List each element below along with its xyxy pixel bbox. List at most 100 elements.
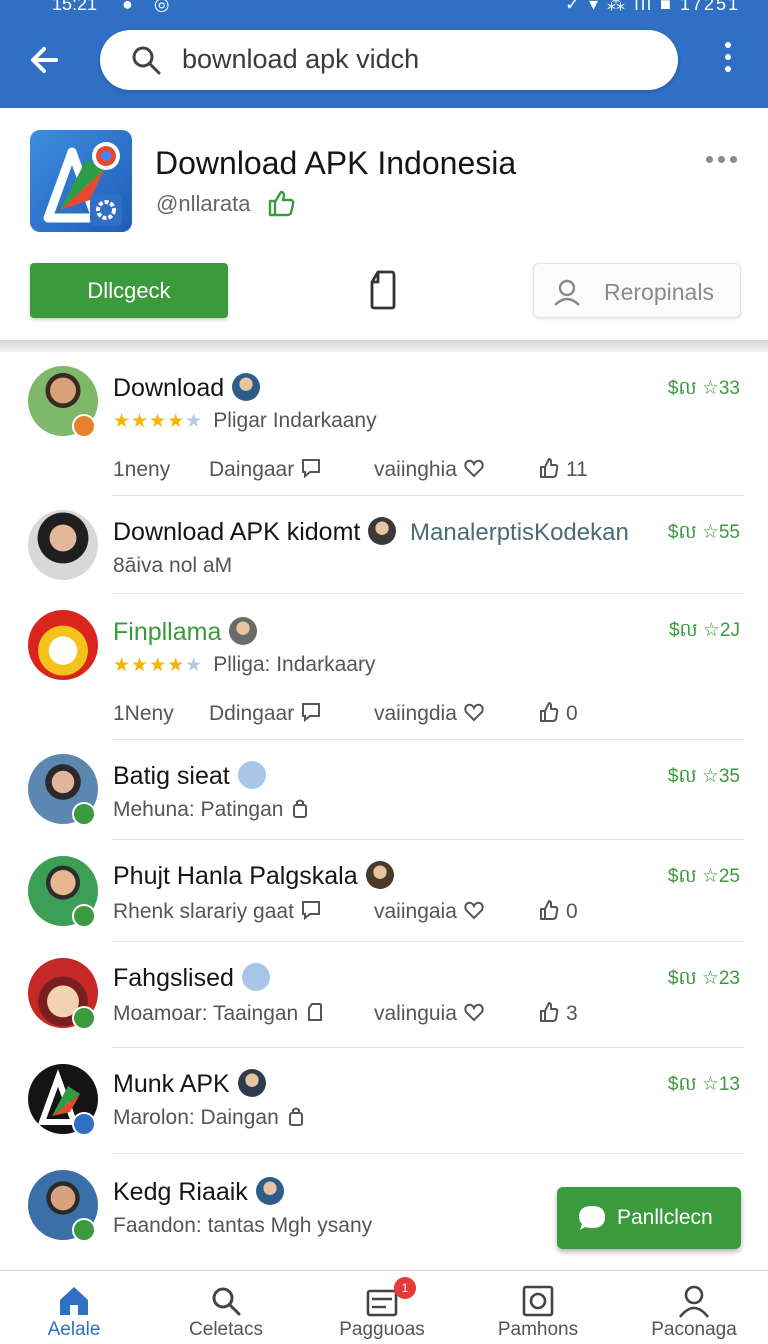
result-name-text: Munk APK [113,1070,230,1098]
avatar [28,510,98,580]
result-row[interactable]: Fahgslised Moamoar: Taaingan valinguia 3… [0,942,768,1048]
result-subtitle-text: Mehuna: Patingan [113,798,284,821]
result-subtitle-text: Plliga: Indarkaary [213,653,376,676]
bottom-navigation: Aelale Celetacs 1 Pagguoas Pamhons Pacon… [0,1270,768,1344]
result-subtitle: Faandon: tantas Mgh ysany [113,1214,373,1237]
action-like[interactable]: valinguia [374,1002,485,1026]
action-thumb[interactable]: 11 [538,458,588,482]
result-subtitle: ★★★★★ Pligar Indarkaany [113,409,377,433]
action-reply[interactable]: 1neny [113,458,170,482]
bookmark-icon [308,1003,323,1022]
badge-icon [72,414,96,438]
result-subtitle: ★★★★★ Plliga: Indarkaary [113,653,375,677]
chat-bubble-icon [579,1206,605,1230]
result-subtitle-text: Pligar Indarkaany [213,409,377,432]
home-icon [60,1287,88,1315]
result-name: Munk APK [113,1069,266,1099]
badge-icon [72,904,96,928]
thumbs-up-icon [540,458,559,479]
nav-profile[interactable]: Paconaga [624,1271,764,1344]
heart-icon [464,460,484,478]
badge-icon [72,1218,96,1242]
action-thumb-count: 11 [566,458,588,481]
nav-inbox[interactable]: 1 Pagguoas [312,1271,452,1344]
back-arrow-icon[interactable] [24,38,68,82]
action-thumb-count: 0 [566,702,578,725]
action-thumb[interactable]: 3 [538,1002,578,1026]
bookmark-icon[interactable] [364,268,402,312]
accessibility-icon [241,963,270,992]
result-subtitle-text: Rhenk slarariy gaat [113,900,294,923]
result-price: $ល ☆33 [667,378,740,399]
verified-avatar-icon [232,373,261,402]
search-query[interactable]: bownload apk vidch [182,44,419,75]
lock-icon [293,799,308,819]
thumbs-up-icon[interactable] [266,188,296,218]
app-handle: @nllarata [156,191,251,216]
overflow-menu-icon[interactable] [714,42,742,82]
result-price: $ល ☆25 [667,866,740,887]
accessibility-icon [237,761,266,790]
rating-stars: ★★★★★ [113,655,204,676]
verified-avatar-icon [365,861,394,890]
secondary-action-button[interactable]: Reropinals [533,263,741,318]
app-logo [30,130,132,232]
nav-label: Paconaga [651,1319,737,1340]
search-bar[interactable]: bownload apk vidch [100,30,678,90]
badge-icon [72,1006,96,1030]
nav-photos[interactable]: Pamhons [468,1271,608,1344]
result-row[interactable]: Download APK kidomt ManalerptisKodekan 8… [0,496,768,594]
result-row[interactable]: Finpllama ★★★★★ Plliga: Indarkaary $ល ☆2J… [0,594,768,740]
action-like-label: valinguia [374,1002,457,1025]
result-row[interactable]: Batig sieat Mehuna: Patingan $ល ☆35 [0,740,768,840]
result-name: Download [113,373,261,403]
action-thumb-count: 0 [566,900,578,923]
result-name: Finpllama [113,617,258,647]
action-reply[interactable]: 1Neny [113,702,174,726]
apk-logo-icon [43,142,122,226]
result-row[interactable]: Munk APK Marolon: Daingan $ល ☆13 [0,1048,768,1154]
result-actions: 1neny Daingaar vaiinghia 11 [113,458,603,488]
action-thumb[interactable]: 0 [538,702,578,726]
result-subtitle: Moamoar: Taaingan [113,1002,326,1026]
chat-fab-button[interactable]: Panllclecn [557,1187,741,1249]
more-options-icon[interactable] [706,150,746,166]
nav-home[interactable]: Aelale [4,1271,144,1344]
action-like-label: vaiingaia [374,900,457,923]
primary-action-button[interactable]: Dllcgeck [30,263,228,318]
section-divider [0,340,768,352]
fab-label: Panllclecn [617,1206,713,1229]
verified-avatar-icon [255,1177,284,1206]
result-row[interactable]: Phujt Hanla Palgskala Rhenk slarariy gaa… [0,840,768,942]
status-right: ✓ ▾ ⁂ ıll ■ 17251 [565,0,740,15]
action-like[interactable]: vaiingaia [374,900,485,924]
result-subtitle-text: Moamoar: Taaingan [113,1002,299,1025]
result-name: Fahgslised [113,963,270,993]
result-name-text: Phujt Hanla Palgskala [113,862,358,890]
action-like[interactable]: vaiingdia [374,702,485,726]
status-right-text: 17251 [679,0,740,14]
result-row[interactable]: Download ★★★★★ Pligar Indarkaany $ល ☆33 1… [0,352,768,496]
result-price: $ល ☆13 [667,1074,740,1095]
action-like[interactable]: vaiinghia [374,458,485,482]
nav-label: Aelale [47,1319,101,1340]
heart-icon [464,704,484,722]
result-price: $ល ☆23 [667,968,740,989]
action-comment[interactable]: Daingaar [209,458,322,482]
result-actions: 1Neny Ddingaar vaiingdia 0 [113,702,603,732]
result-extra: ManalerptisKodekan [410,519,629,546]
result-name: Download APK kidomt [113,517,397,547]
photo-icon [522,1285,554,1317]
nav-search[interactable]: Celetacs [156,1271,296,1344]
action-comment-label: Ddingaar [209,702,295,725]
nav-label: Pagguoas [339,1319,425,1340]
action-thumb-count: 3 [566,1002,578,1025]
result-price: $ល ☆2J [668,620,740,641]
search-icon [132,46,161,75]
result-name-text: Finpllama [113,618,222,646]
result-name: Phujt Hanla Palgskala [113,861,394,891]
nav-label: Celetacs [189,1319,263,1340]
search-icon [212,1287,241,1316]
action-thumb[interactable]: 0 [538,900,578,924]
action-comment[interactable]: Ddingaar [209,702,322,726]
